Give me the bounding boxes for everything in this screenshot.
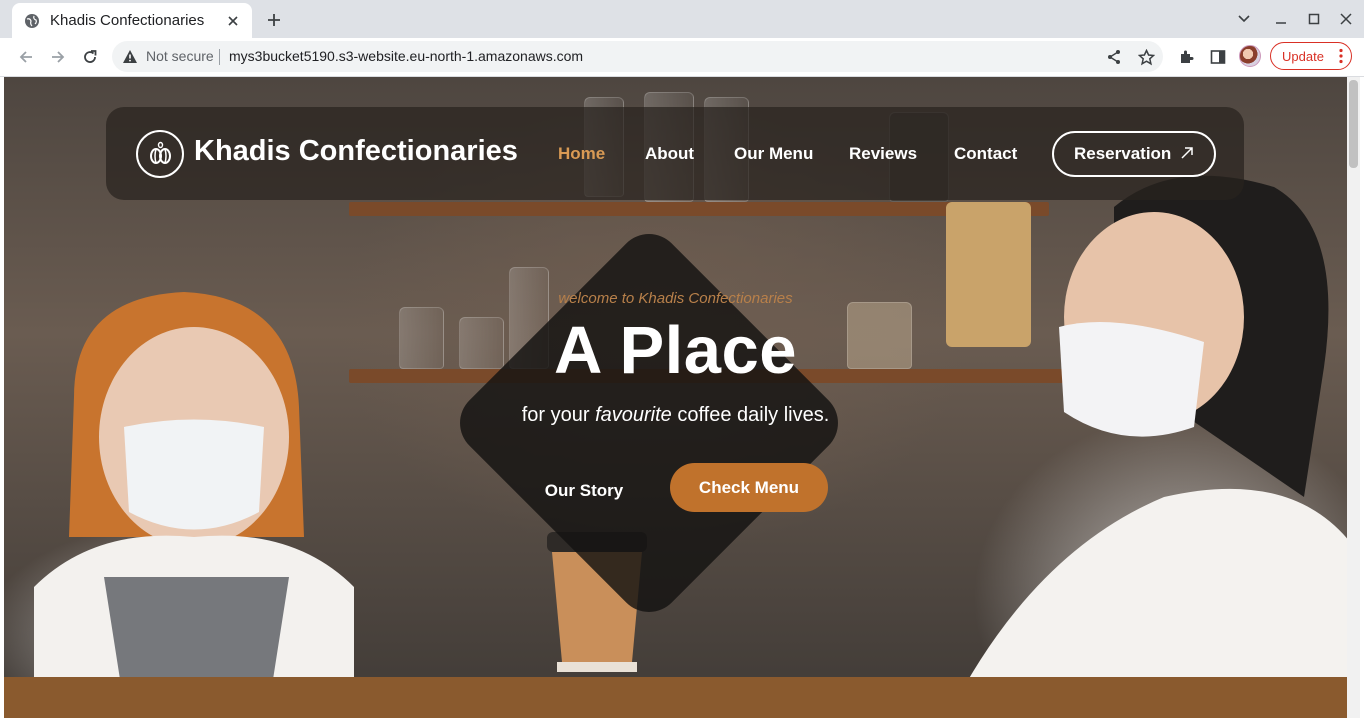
hero-title: A Place: [553, 313, 798, 388]
maximize-icon[interactable]: [1303, 8, 1325, 30]
reservation-button[interactable]: Reservation: [1052, 131, 1216, 177]
close-window-icon[interactable]: [1335, 8, 1357, 30]
our-story-button[interactable]: Our Story: [532, 481, 636, 505]
url-text[interactable]: mys3bucket5190.s3-website.eu-north-1.ama…: [229, 48, 583, 64]
tab-title: Khadis Confectionaries: [50, 12, 205, 29]
counter-top: [4, 677, 1347, 718]
tab-search-icon[interactable]: [1233, 8, 1255, 30]
shelf: [349, 202, 1049, 216]
bookmark-star-icon[interactable]: [1136, 47, 1156, 67]
brand-name[interactable]: Khadis Confectionaries: [194, 135, 518, 168]
security-label[interactable]: Not secure: [146, 48, 214, 64]
site-navbar: Khadis Confectionaries Home About Our Me…: [106, 107, 1244, 200]
nav-link-home[interactable]: Home: [558, 144, 605, 164]
update-label: Update: [1282, 48, 1324, 64]
scrollbar-thumb[interactable]: [1349, 80, 1358, 168]
hero-welcome-text: welcome to Khadis Confectionaries: [558, 290, 793, 307]
back-icon[interactable]: [13, 44, 39, 70]
nav-link-our-menu[interactable]: Our Menu: [734, 144, 813, 164]
omnibox-separator: [219, 49, 220, 65]
reservation-label: Reservation: [1074, 144, 1172, 163]
update-button[interactable]: Update: [1270, 42, 1352, 70]
barista-right-illustration: [964, 175, 1347, 718]
forward-icon[interactable]: [45, 44, 71, 70]
nav-link-about[interactable]: About: [645, 144, 694, 164]
page-scrollbar[interactable]: [1347, 77, 1360, 718]
reload-icon[interactable]: [77, 44, 103, 70]
globe-icon: [24, 13, 40, 29]
more-options-icon[interactable]: [1339, 48, 1343, 69]
browser-toolbar: Not secure mys3bucket5190.s3-website.eu-…: [0, 38, 1364, 77]
hero-subtitle: for your favourite coffee daily lives.: [4, 404, 1347, 427]
hero-subtitle-post: coffee daily lives.: [671, 404, 830, 426]
side-panel-icon[interactable]: [1207, 46, 1229, 68]
share-icon[interactable]: [1104, 47, 1124, 67]
nav-link-contact[interactable]: Contact: [954, 144, 1017, 164]
nav-link-reviews[interactable]: Reviews: [849, 144, 917, 164]
check-menu-button[interactable]: Check Menu: [670, 463, 828, 512]
close-tab-icon[interactable]: [224, 12, 242, 30]
profile-avatar[interactable]: [1239, 45, 1261, 67]
check-menu-label: Check Menu: [698, 477, 800, 497]
new-tab-icon[interactable]: [262, 8, 286, 32]
warning-icon[interactable]: [122, 49, 138, 69]
hero-subtitle-pre: for your: [521, 404, 596, 426]
minimize-icon[interactable]: [1270, 8, 1292, 30]
extensions-icon[interactable]: [1175, 46, 1197, 68]
tab-strip: Khadis Confectionaries: [0, 0, 1364, 38]
hero-subtitle-em: favourite: [595, 404, 672, 426]
address-bar[interactable]: Not secure mys3bucket5190.s3-website.eu-…: [112, 41, 1163, 72]
page-viewport: Khadis Confectionaries Home About Our Me…: [4, 77, 1347, 718]
browser-tab[interactable]: Khadis Confectionaries: [12, 3, 252, 38]
coffee-beans-logo-icon[interactable]: [136, 130, 184, 178]
arrow-up-right-icon: [1180, 146, 1194, 165]
